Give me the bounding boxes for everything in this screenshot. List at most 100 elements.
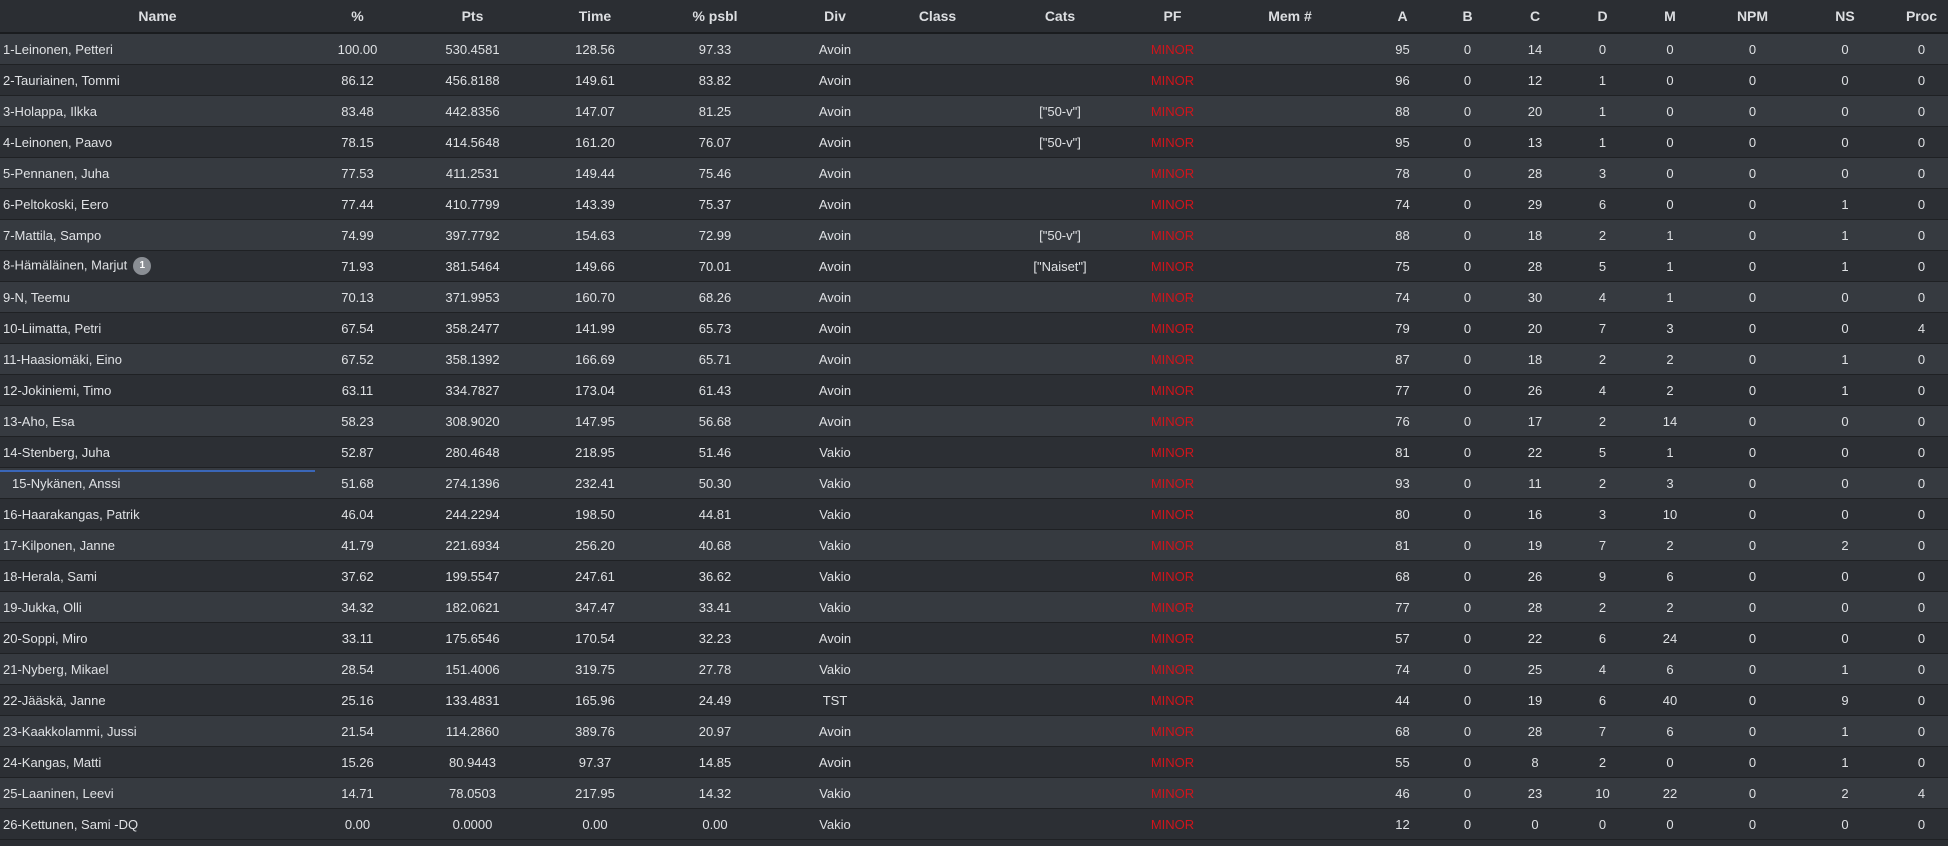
shooter-name-link[interactable]: 5-Pennanen, Juha <box>3 166 109 181</box>
shooter-name-link[interactable]: 4-Leinonen, Paavo <box>3 135 112 150</box>
cell-mem <box>1215 467 1365 499</box>
table-row[interactable]: 16-Haarakangas, Patrik 46.04 244.2294 198.5… <box>0 498 1948 530</box>
cell-c: 11 <box>1495 467 1575 499</box>
cell-mem <box>1215 374 1365 406</box>
table-row[interactable]: 13-Aho, Esa 58.23 308.9020 147.95 56.68 Avoin… <box>0 405 1948 437</box>
cell-d: 4 <box>1575 281 1630 313</box>
table-row[interactable]: 1-Leinonen, Petteri 100.00 530.4581 128.56 9… <box>0 33 1948 65</box>
shooter-name-link[interactable]: 15-Nykänen, Anssi <box>3 476 120 491</box>
table-row[interactable]: 2-Tauriainen, Tommi 86.12 456.8188 149.61 83… <box>0 64 1948 96</box>
table-row[interactable]: 11-Haasiomäki, Eino 67.52 358.1392 166.69 65… <box>0 343 1948 375</box>
shooter-name-link[interactable]: 12-Jokiniemi, Timo <box>3 383 111 398</box>
cell-npm: 0 <box>1710 746 1795 778</box>
shooter-name-link[interactable]: 7-Mattila, Sampo <box>3 228 101 243</box>
shooter-name-link[interactable]: 14-Stenberg, Juha <box>3 445 110 460</box>
shooter-name-link[interactable]: 24-Kangas, Matti <box>3 755 101 770</box>
cell-time: 147.07 <box>545 95 645 127</box>
cell-class <box>885 498 990 530</box>
shooter-name-link[interactable]: 25-Laaninen, Leevi <box>3 786 114 801</box>
column-header-proc[interactable]: Proc <box>1895 0 1948 34</box>
cell-class <box>885 684 990 716</box>
shooter-name-link[interactable]: 9-N, Teemu <box>3 290 70 305</box>
table-row[interactable]: 7-Mattila, Sampo 74.99 397.7792 154.63 72.99… <box>0 219 1948 251</box>
table-row[interactable]: 20-Soppi, Miro 33.11 175.6546 170.54 32.23 Av… <box>0 622 1948 654</box>
cell-pts: 0.0000 <box>400 808 545 840</box>
column-header-pf[interactable]: PF <box>1130 0 1215 34</box>
column-header-cats[interactable]: Cats <box>990 0 1130 34</box>
cell-pts: 371.9953 <box>400 281 545 313</box>
shooter-name-link[interactable]: 23-Kaakkolammi, Jussi <box>3 724 137 739</box>
shooter-name-link[interactable]: 6-Peltokoski, Eero <box>3 197 109 212</box>
cell-time: 232.41 <box>545 467 645 499</box>
shooter-name-link[interactable]: 10-Liimatta, Petri <box>3 321 101 336</box>
table-row[interactable]: 3-Holappa, Ilkka 83.48 442.8356 147.07 81.25… <box>0 95 1948 127</box>
shooter-name-link[interactable]: 22-Jääskä, Janne <box>3 693 106 708</box>
column-header-d[interactable]: D <box>1575 0 1630 34</box>
shooter-name-link[interactable]: 8-Hämäläinen, Marjut <box>3 257 127 272</box>
cell-psbl: 51.46 <box>645 436 785 468</box>
cell-psbl: 56.68 <box>645 405 785 437</box>
table-row[interactable]: 8-Hämäläinen, Marjut 1 71.93 381.5464 149.66… <box>0 250 1948 282</box>
cell-b: 0 <box>1440 467 1495 499</box>
table-row[interactable]: 24-Kangas, Matti 15.26 80.9443 97.37 14.85 Av… <box>0 746 1948 778</box>
cell-npm: 0 <box>1710 405 1795 437</box>
cell-psbl: 20.97 <box>645 715 785 747</box>
cell-b: 0 <box>1440 219 1495 251</box>
cell-proc: 4 <box>1895 777 1948 809</box>
column-header-ns[interactable]: NS <box>1795 0 1895 34</box>
table-row[interactable]: 4-Leinonen, Paavo 78.15 414.5648 161.20 76.0… <box>0 126 1948 158</box>
shooter-name-link[interactable]: 16-Haarakangas, Patrik <box>3 507 140 522</box>
table-row[interactable]: 15-Nykänen, Anssi 51.68 274.1396 232.41 50.3… <box>0 467 1948 499</box>
column-header-name[interactable]: Name <box>0 0 315 34</box>
table-row[interactable]: 23-Kaakkolammi, Jussi 21.54 114.2860 389.76… <box>0 715 1948 747</box>
shooter-name-link[interactable]: 20-Soppi, Miro <box>3 631 88 646</box>
cell-b: 0 <box>1440 622 1495 654</box>
column-header-mem[interactable]: Mem # <box>1215 0 1365 34</box>
column-header-time[interactable]: Time <box>545 0 645 34</box>
shooter-name-link[interactable]: 3-Holappa, Ilkka <box>3 104 97 119</box>
shooter-name-link[interactable]: 26-Kettunen, Sami -DQ <box>3 817 138 832</box>
table-row[interactable]: 18-Herala, Sami 37.62 199.5547 247.61 36.62 V… <box>0 560 1948 592</box>
cell-d: 2 <box>1575 591 1630 623</box>
cell-a: 75 <box>1365 250 1440 282</box>
shooter-name-link[interactable]: 11-Haasiomäki, Eino <box>3 352 122 367</box>
cell-psbl: 14.32 <box>645 777 785 809</box>
table-row[interactable]: 5-Pennanen, Juha 77.53 411.2531 149.44 75.46… <box>0 157 1948 189</box>
column-header-pct[interactable]: % <box>315 0 400 34</box>
cell-m: 0 <box>1630 64 1710 96</box>
shooter-name-link[interactable]: 19-Jukka, Olli <box>3 600 82 615</box>
shooter-name-link[interactable]: 2-Tauriainen, Tommi <box>3 73 120 88</box>
cell-name: 8-Hämäläinen, Marjut 1 <box>0 250 315 282</box>
cell-time: 218.95 <box>545 436 645 468</box>
shooter-name-link[interactable]: 17-Kilponen, Janne <box>3 538 115 553</box>
table-row[interactable]: 22-Jääskä, Janne 25.16 133.4831 165.96 24.49… <box>0 684 1948 716</box>
table-row[interactable]: 17-Kilponen, Janne 41.79 221.6934 256.20 40.… <box>0 529 1948 561</box>
table-row[interactable]: 26-Kettunen, Sami -DQ 0.00 0.0000 0.00 0.00 V… <box>0 808 1948 840</box>
table-row[interactable]: 25-Laaninen, Leevi 14.71 78.0503 217.95 14.3… <box>0 777 1948 809</box>
column-header-npm[interactable]: NPM <box>1710 0 1795 34</box>
cell-pf: MINOR <box>1130 777 1215 809</box>
table-row[interactable]: 19-Jukka, Olli 34.32 182.0621 347.47 33.41 Va… <box>0 591 1948 623</box>
table-row[interactable]: 6-Peltokoski, Eero 77.44 410.7799 143.39 75.… <box>0 188 1948 220</box>
cell-class <box>885 591 990 623</box>
column-header-c[interactable]: C <box>1495 0 1575 34</box>
column-header-div[interactable]: Div <box>785 0 885 34</box>
shooter-name-link[interactable]: 21-Nyberg, Mikael <box>3 662 109 677</box>
column-header-pct-psbl[interactable]: % psbl <box>645 0 785 34</box>
cell-pct: 15.26 <box>315 746 400 778</box>
column-header-m[interactable]: M <box>1630 0 1710 34</box>
shooter-name-link[interactable]: 1-Leinonen, Petteri <box>3 42 113 57</box>
cell-div: Vakio <box>785 467 885 499</box>
table-row[interactable]: 10-Liimatta, Petri 67.54 358.2477 141.99 65.… <box>0 312 1948 344</box>
shooter-name-link[interactable]: 18-Herala, Sami <box>3 569 97 584</box>
table-row[interactable]: 14-Stenberg, Juha 52.87 280.4648 218.95 51.4… <box>0 436 1948 468</box>
table-row[interactable]: 9-N, Teemu 70.13 371.9953 160.70 68.26 Avoin M… <box>0 281 1948 313</box>
table-row[interactable]: 21-Nyberg, Mikael 28.54 151.4006 319.75 27.7… <box>0 653 1948 685</box>
column-header-class[interactable]: Class <box>885 0 990 34</box>
column-header-pts[interactable]: Pts <box>400 0 545 34</box>
column-header-b[interactable]: B <box>1440 0 1495 34</box>
column-header-a[interactable]: A <box>1365 0 1440 34</box>
cell-div: Vakio <box>785 560 885 592</box>
table-row[interactable]: 12-Jokiniemi, Timo 63.11 334.7827 173.04 61.… <box>0 374 1948 406</box>
shooter-name-link[interactable]: 13-Aho, Esa <box>3 414 75 429</box>
